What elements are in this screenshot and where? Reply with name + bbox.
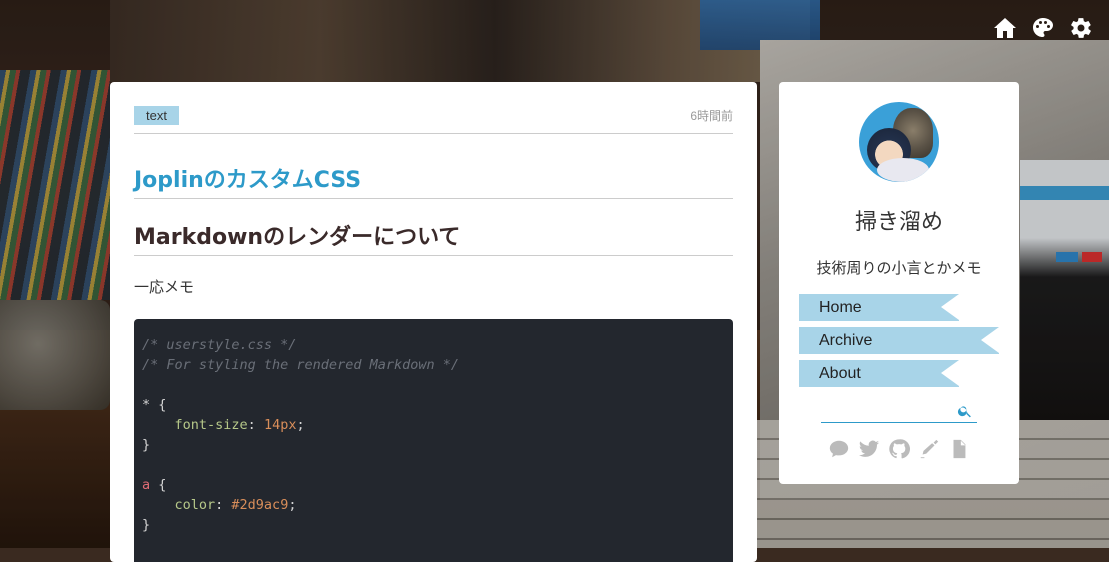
code-semicolon: ; (288, 497, 297, 513)
search-input[interactable] (821, 402, 955, 423)
code-comment: /* For styling the rendered Markdown */ (142, 357, 459, 373)
code-brace: { (150, 397, 167, 413)
chat-icon[interactable] (828, 438, 850, 460)
nav-item-archive[interactable]: Archive (799, 327, 999, 354)
code-block: /* userstyle.css */ /* For styling the re… (134, 319, 733, 562)
paragraph: 一応メモ (134, 278, 195, 296)
sidebar-nav: Home Archive About (799, 294, 999, 393)
nav-item-home[interactable]: Home (799, 294, 959, 321)
post-time: 6時間前 (690, 109, 733, 123)
code-brace: } (142, 517, 151, 533)
search-icon[interactable] (957, 403, 973, 419)
palette-icon[interactable] (1031, 16, 1055, 40)
gear-icon[interactable] (1069, 16, 1093, 40)
code-property: color (174, 497, 216, 513)
avatar[interactable] (859, 102, 939, 182)
post-meta: text 6時間前 (134, 106, 733, 134)
post-title[interactable]: JoplinのカスタムCSS (134, 162, 733, 199)
nav-item-about[interactable]: About (799, 360, 959, 387)
code-property: font-size (174, 417, 248, 433)
social-links (779, 438, 1019, 460)
post-tag[interactable]: text (134, 106, 179, 125)
code-brace: { (150, 477, 167, 493)
code-comment: /* userstyle.css */ (142, 337, 297, 353)
document-icon[interactable] (948, 438, 970, 460)
code-colon: : (247, 417, 264, 433)
twitter-icon[interactable] (858, 438, 880, 460)
code-selector: * (142, 397, 151, 413)
top-toolbar (993, 16, 1093, 40)
code-selector: a (142, 477, 151, 493)
code-brace: } (142, 437, 151, 453)
search-box (821, 402, 977, 423)
github-icon[interactable] (888, 438, 910, 460)
code-value: 14px (263, 417, 297, 433)
section-heading: Markdownのレンダーについて (134, 219, 733, 256)
code-colon: : (215, 497, 232, 513)
site-description: 技術周りの小言とかメモ (816, 259, 982, 277)
pen-icon[interactable] (918, 438, 940, 460)
code-semicolon: ; (296, 417, 305, 433)
post-card: text 6時間前 JoplinのカスタムCSS Markdownのレンダーにつ… (110, 82, 757, 562)
sidebar: 掃き溜め 技術周りの小言とかメモ Home Archive About (779, 82, 1019, 484)
code-value: #2d9ac9 (231, 497, 289, 513)
home-icon[interactable] (993, 16, 1017, 40)
site-title: 掃き溜め (854, 210, 943, 235)
